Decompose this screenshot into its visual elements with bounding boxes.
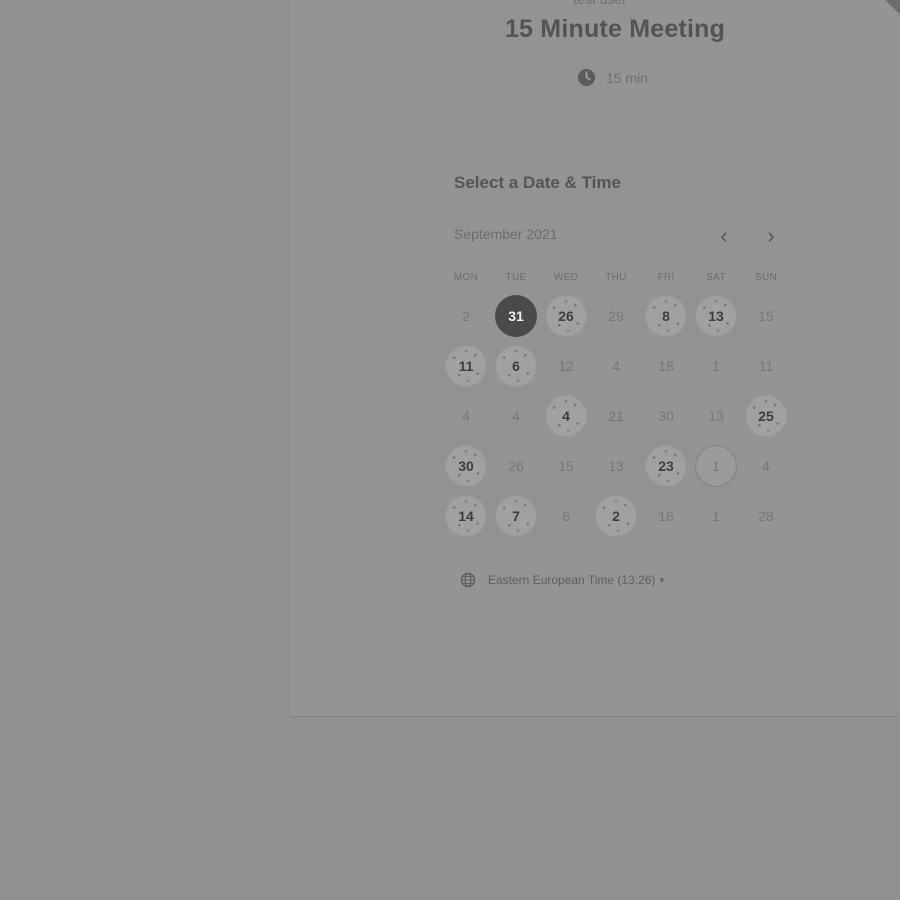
- timezone-label: Eastern European Time (13:26): [488, 573, 656, 587]
- unavailable-date: 13: [608, 458, 624, 474]
- unavailable-date: 21: [608, 408, 624, 424]
- day-cell: 1: [691, 441, 741, 491]
- day-cell: 11: [741, 341, 791, 391]
- weekday-label: MON: [453, 272, 479, 283]
- calendar-days: 2 31 26 29 8 13 15 11 6 12 4 18 1 11 4 4 4 21 30 13 25 30 26 15…: [441, 291, 791, 541]
- date-button[interactable]: 7: [495, 495, 537, 537]
- date-time-heading: Select a Date & Time: [454, 173, 621, 192]
- day-cell: 2: [591, 491, 641, 541]
- day-cell: 8: [641, 291, 691, 341]
- day-cell: 4: [591, 341, 641, 391]
- unavailable-date: 1: [712, 358, 720, 374]
- unavailable-date: 29: [608, 308, 624, 324]
- day-cell: 23: [641, 441, 691, 491]
- unavailable-date: 2: [462, 308, 470, 324]
- day-cell: 2: [441, 291, 491, 341]
- unavailable-date: 12: [558, 358, 574, 374]
- unavailable-date: 4: [612, 358, 620, 374]
- day-cell: 6: [491, 341, 541, 391]
- date-button[interactable]: 4: [545, 395, 587, 437]
- date-button[interactable]: 30: [445, 445, 487, 487]
- weekday-label: SUN: [754, 272, 777, 283]
- unavailable-date: 28: [758, 508, 774, 524]
- month-navigation: September 2021 ‹ ›: [454, 224, 789, 248]
- organizer-name: test user: [290, 0, 900, 8]
- duration-label: 15 min: [606, 69, 649, 86]
- date-button[interactable]: 25: [745, 395, 787, 437]
- event-title: 15 Minute Meeting: [504, 15, 726, 43]
- event-duration: 15 min: [577, 68, 648, 87]
- day-cell: 7: [491, 491, 541, 541]
- date-button[interactable]: 23: [645, 445, 687, 487]
- weekday-label: THU: [605, 272, 627, 283]
- day-cell: 14: [441, 491, 491, 541]
- day-cell: 26: [491, 441, 541, 491]
- unavailable-date: 26: [508, 458, 524, 474]
- unavailable-date: 15: [758, 308, 774, 324]
- selected-date-button[interactable]: 31: [495, 295, 537, 337]
- unavailable-date: 13: [708, 408, 724, 424]
- globe-icon: [460, 572, 476, 588]
- day-cell: 13: [591, 441, 641, 491]
- day-cell: 4: [491, 391, 541, 441]
- weekday-header: MON TUE WED THU FRI SAT SUN: [441, 272, 791, 290]
- day-cell: 1: [691, 341, 741, 391]
- day-cell: 4: [741, 441, 791, 491]
- calendar-grid: MON TUE WED THU FRI SAT SUN 2 31 26 29 8 13 15…: [441, 272, 791, 541]
- timezone-selector[interactable]: Eastern European Time (13:26) ▾: [460, 572, 664, 588]
- date-button[interactable]: 13: [695, 295, 737, 337]
- day-cell: 30: [641, 391, 691, 441]
- date-button[interactable]: 11: [445, 345, 487, 387]
- day-cell: 29: [591, 291, 641, 341]
- booking-page: test user 15 Minute Meeting 15 min Selec…: [0, 0, 900, 900]
- unavailable-date: 4: [462, 408, 470, 424]
- unavailable-date: 16: [658, 508, 674, 524]
- day-cell: 4: [541, 391, 591, 441]
- clock-icon: [577, 68, 596, 87]
- day-cell: 13: [691, 291, 741, 341]
- unavailable-date: 6: [562, 508, 570, 524]
- day-cell: 28: [741, 491, 791, 541]
- chevron-down-icon: ▾: [659, 574, 664, 585]
- weekday-label: WED: [553, 272, 579, 283]
- date-button[interactable]: 8: [645, 295, 687, 337]
- day-cell: 21: [591, 391, 641, 441]
- date-button[interactable]: 14: [445, 495, 487, 537]
- next-month-button[interactable]: ›: [759, 224, 783, 248]
- day-cell: 1: [691, 491, 741, 541]
- day-cell: 6: [541, 491, 591, 541]
- unavailable-date: 4: [762, 458, 770, 474]
- unavailable-date: 4: [512, 408, 520, 424]
- previous-month-button[interactable]: ‹: [712, 224, 736, 248]
- day-cell: 11: [441, 341, 491, 391]
- unavailable-date: 18: [658, 358, 674, 374]
- day-cell: 18: [641, 341, 691, 391]
- date-button[interactable]: 26: [545, 295, 587, 337]
- unavailable-date: 15: [558, 458, 574, 474]
- day-cell: 15: [741, 291, 791, 341]
- day-cell: 15: [541, 441, 591, 491]
- weekday-label: TUE: [505, 272, 527, 283]
- day-cell: 13: [691, 391, 741, 441]
- unavailable-date: 1: [712, 508, 720, 524]
- unavailable-date: 30: [658, 408, 674, 424]
- date-button[interactable]: 6: [495, 345, 537, 387]
- date-button[interactable]: 2: [595, 495, 637, 537]
- date-button[interactable]: 1: [695, 445, 737, 487]
- day-cell: 31: [491, 291, 541, 341]
- day-cell: 25: [741, 391, 791, 441]
- day-cell: 16: [641, 491, 691, 541]
- day-cell: 12: [541, 341, 591, 391]
- month-label: September 2021: [454, 226, 558, 242]
- unavailable-date: 11: [758, 358, 774, 374]
- weekday-label: FRI: [657, 272, 675, 283]
- weekday-label: SAT: [706, 272, 726, 283]
- day-cell: 30: [441, 441, 491, 491]
- day-cell: 4: [441, 391, 491, 441]
- day-cell: 26: [541, 291, 591, 341]
